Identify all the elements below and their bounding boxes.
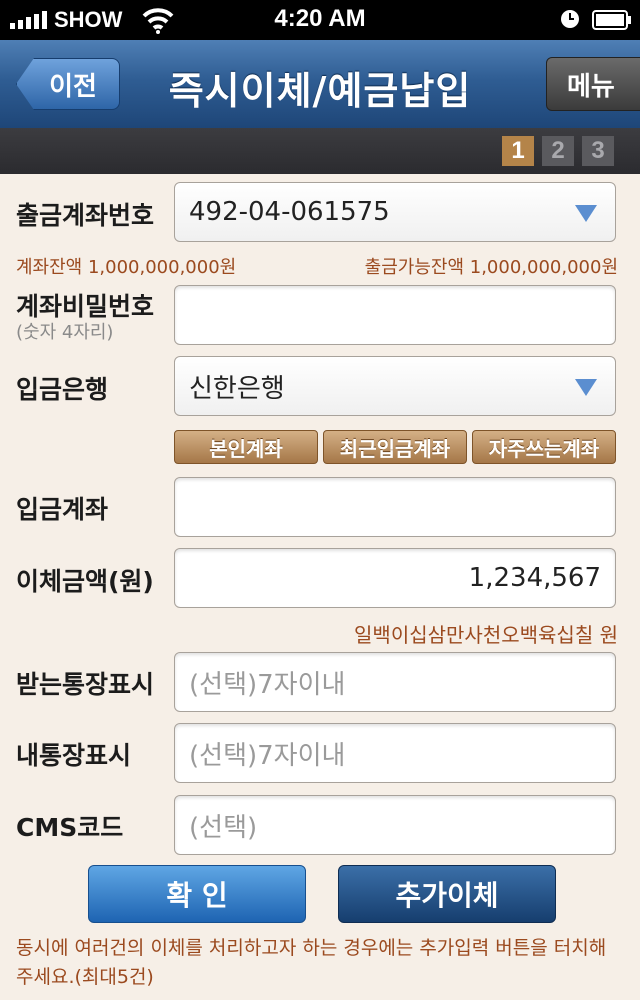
amount-label: 이체금액(원) xyxy=(16,567,154,596)
status-bar: SHOW 4:20 AM xyxy=(0,0,640,40)
add-transfer-button[interactable]: 추가이체 xyxy=(338,865,556,923)
password-input[interactable] xyxy=(174,285,616,345)
menu-button[interactable]: 메뉴 xyxy=(546,57,640,111)
recipient-memo-input[interactable]: (선택)7자이내 xyxy=(174,652,616,712)
my-memo-label: 내통장표시 xyxy=(16,741,132,770)
deposit-account-label: 입금계좌 xyxy=(16,495,109,524)
step-2: 2 xyxy=(542,136,574,166)
dropdown-arrow-icon xyxy=(575,379,597,396)
deposit-bank-value: 신한은행 xyxy=(189,373,285,404)
navigation-bar: 이전 즉시이체/예금납입 메뉴 xyxy=(0,40,640,129)
recipient-memo-label: 받는통장표시 xyxy=(16,670,155,699)
back-button[interactable]: 이전 xyxy=(16,58,120,110)
deposit-bank-select[interactable]: 신한은행 xyxy=(174,356,616,416)
amount-in-korean: 일백이십삼만사천오백육십칠 원 xyxy=(354,623,618,647)
step-3: 3 xyxy=(582,136,614,166)
my-memo-placeholder: (선택)7자이내 xyxy=(189,740,346,771)
confirm-button[interactable]: 확 인 xyxy=(88,865,306,923)
dropdown-arrow-icon xyxy=(575,205,597,222)
amount-input[interactable]: 1,234,567 xyxy=(174,548,616,608)
password-hint: (숫자 4자리) xyxy=(16,322,114,343)
recent-account-button[interactable]: 최근입금계좌 xyxy=(323,430,467,464)
recipient-memo-placeholder: (선택)7자이내 xyxy=(189,669,346,700)
step-indicator: 1 2 3 xyxy=(0,128,640,174)
cms-code-placeholder: (선택) xyxy=(189,812,258,843)
available-balance: 출금가능잔액 1,000,000,000원 xyxy=(364,257,618,278)
cms-code-label: CMS코드 xyxy=(16,813,124,842)
deposit-bank-label: 입금은행 xyxy=(16,375,109,404)
account-balance: 계좌잔액 1,000,000,000원 xyxy=(16,257,237,278)
my-memo-input[interactable]: (선택)7자이내 xyxy=(174,723,616,783)
favorite-account-button[interactable]: 자주쓰는계좌 xyxy=(472,430,616,464)
withdraw-account-label: 출금계좌번호 xyxy=(16,201,155,230)
status-time: 4:20 AM xyxy=(274,5,366,32)
deposit-account-input[interactable] xyxy=(174,477,616,537)
alarm-clock-icon xyxy=(561,10,579,28)
withdraw-account-select[interactable]: 492-04-061575 xyxy=(174,182,616,242)
step-1: 1 xyxy=(502,136,534,166)
own-account-button[interactable]: 본인계좌 xyxy=(174,430,318,464)
battery-icon xyxy=(592,10,631,30)
notice-text: 동시에 여러건의 이체를 처리하고자 하는 경우에는 추가입력 버튼을 터치해 … xyxy=(16,937,607,988)
cms-code-input[interactable]: (선택) xyxy=(174,795,616,855)
withdraw-account-value: 492-04-061575 xyxy=(189,197,390,227)
page-title: 즉시이체/예금납입 xyxy=(168,69,472,113)
